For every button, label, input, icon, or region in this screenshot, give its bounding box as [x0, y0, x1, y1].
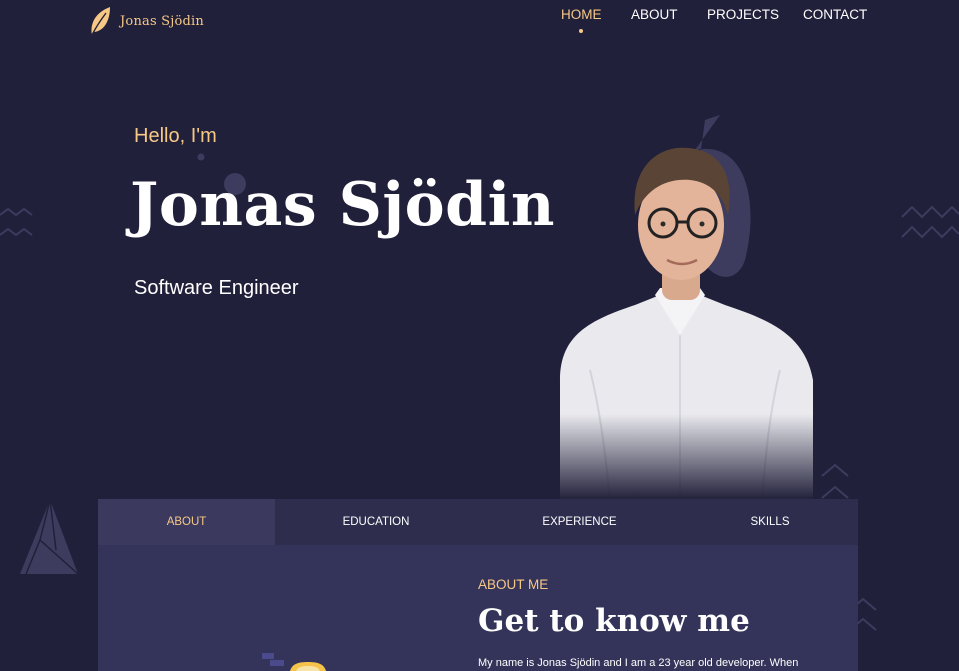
tab-label: EDUCATION — [342, 516, 410, 528]
about-label: ABOUT ME — [478, 577, 549, 592]
profile-photo — [560, 115, 813, 500]
zigzag-icon — [0, 207, 33, 237]
section-tabs: ABOUT EDUCATION EXPERIENCE SKILLS — [98, 499, 858, 545]
triangle-icon — [20, 500, 79, 575]
nav-item-label: PROJECTS — [707, 7, 780, 22]
hero-name: Jonas Sjödin — [130, 170, 556, 240]
about-text: My name is Jonas Sjödin and I am a 23 ye… — [478, 657, 799, 669]
tab-label: EXPERIENCE — [542, 516, 617, 528]
nav-item-home[interactable]: HOME — [561, 7, 602, 33]
hero-greeting: Hello, I'm — [134, 125, 217, 147]
tab-label: ABOUT — [166, 516, 207, 528]
tab-experience[interactable]: EXPERIENCE — [477, 499, 682, 545]
about-title: Get to know me — [478, 603, 750, 639]
tab-skills[interactable]: SKILLS — [682, 499, 858, 545]
nav-item-contact[interactable]: CONTACT — [803, 7, 867, 22]
nav-item-projects[interactable]: PROJECTS — [707, 7, 779, 22]
zigzag-icon — [901, 205, 959, 239]
illustration-icon — [262, 653, 326, 671]
nav-item-label: ABOUT — [631, 7, 678, 22]
nav-item-label: HOME — [561, 7, 602, 22]
main-nav: HOME ABOUT PROJECTS CONTACT — [0, 6, 959, 36]
tab-label: SKILLS — [750, 516, 790, 528]
tab-education[interactable]: EDUCATION — [275, 499, 477, 545]
nav-item-label: CONTACT — [803, 7, 868, 22]
active-indicator-dot — [579, 29, 584, 33]
hero-role: Software Engineer — [134, 277, 299, 299]
tab-about[interactable]: ABOUT — [98, 499, 275, 545]
nav-item-about[interactable]: ABOUT — [631, 7, 678, 22]
